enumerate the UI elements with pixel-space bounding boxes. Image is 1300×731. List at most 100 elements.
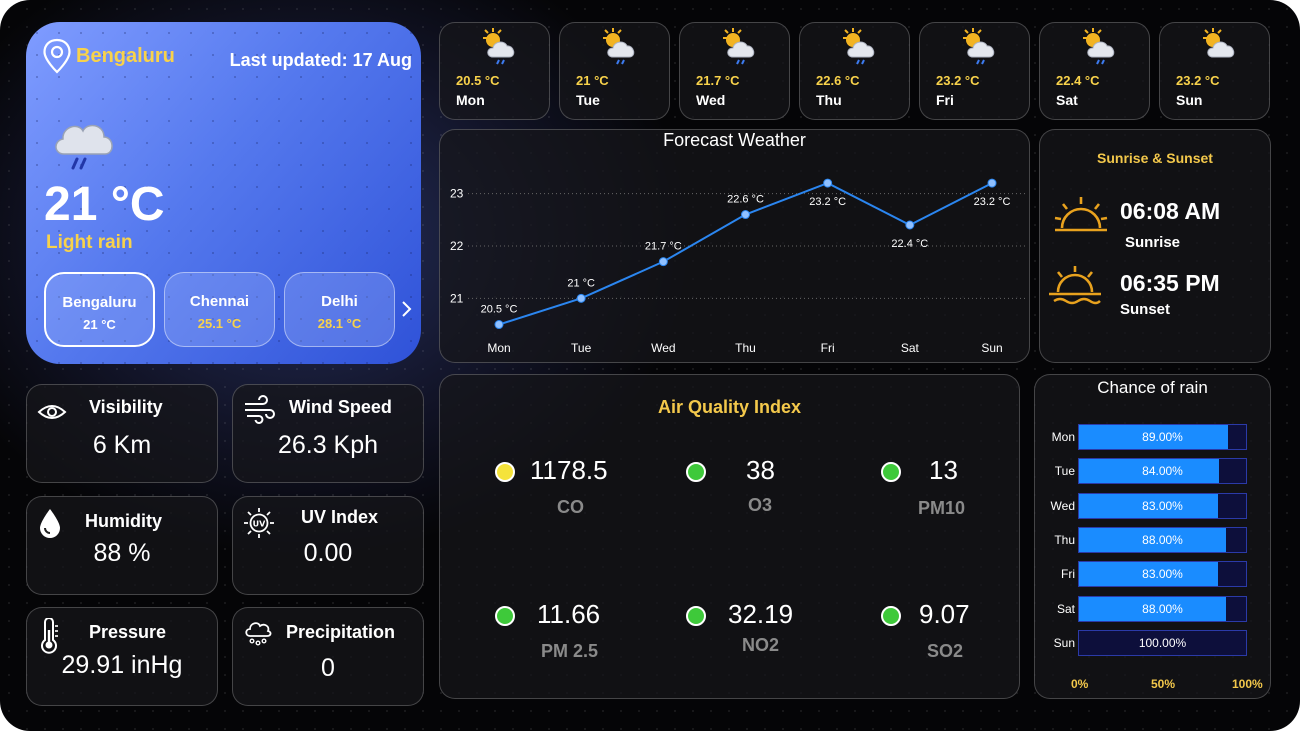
- sunrise-label: Sunrise: [1125, 234, 1181, 251]
- rain-value-label: 84.00%: [1142, 464, 1183, 479]
- forecast-point: [741, 210, 750, 220]
- aqi-item-o3: 38 O3: [686, 455, 856, 525]
- aqi-name: PM10: [918, 498, 966, 518]
- daily-day: Mon: [456, 92, 485, 108]
- rain-bar-row: Thu 88.00%: [1035, 526, 1272, 553]
- rain-day-label: Tue: [1054, 464, 1075, 479]
- precipitation-label: Precipitation: [286, 622, 396, 642]
- uv-sun-icon: UV: [244, 508, 274, 538]
- partly-cloudy-rain-icon: [963, 28, 995, 65]
- status-dot: [881, 606, 901, 626]
- daily-day: Tue: [576, 92, 600, 108]
- pressure-card: Pressure 29.91 inHg: [26, 607, 218, 706]
- status-dot: [881, 462, 901, 482]
- sunset-label: Sunset: [1120, 301, 1171, 318]
- aqi-value: 11.66: [537, 599, 601, 629]
- forecast-data-label: 22.4 °C: [891, 238, 928, 250]
- partly-cloudy-rain-icon: [1083, 28, 1115, 65]
- aqi-name: NO2: [742, 635, 780, 655]
- city-chip-name: Bengaluru: [62, 294, 137, 311]
- city-chip-delhi[interactable]: Delhi 28.1 °C: [284, 272, 395, 347]
- sunrise-icon: [1054, 197, 1108, 232]
- pressure-value: 29.91 inHg: [61, 651, 183, 679]
- x-tick-label: Fri: [821, 341, 835, 355]
- forecast-data-label: 20.5 °C: [481, 304, 518, 316]
- precipitation-value: 0: [321, 654, 335, 682]
- rain-value-label: 88.00%: [1142, 532, 1183, 547]
- daily-temp: 23.2 °C: [936, 73, 980, 88]
- aqi-value: 1178.5: [530, 455, 608, 485]
- rain-bar-track: 83.00%: [1078, 561, 1247, 588]
- rain-title: Chance of rain: [1097, 378, 1208, 397]
- x-tick-label: Sat: [901, 341, 920, 355]
- wind-value: 26.3 Kph: [277, 431, 379, 459]
- daily-temp: 23.2 °C: [1176, 73, 1220, 88]
- wind-icon: [245, 395, 275, 424]
- sunset-time: 06:35 PM: [1120, 270, 1220, 296]
- chevron-right-icon[interactable]: [399, 299, 413, 319]
- daily-day: Thu: [816, 92, 842, 108]
- uv-value: 0.00: [303, 539, 353, 567]
- rain-bar-track: 88.00%: [1078, 526, 1247, 553]
- partly-cloudy-rain-icon: [483, 28, 515, 65]
- city-chip-temp: 28.1 °C: [317, 316, 362, 331]
- aqi-name: O3: [748, 495, 773, 515]
- aqi-value: 9.07: [919, 599, 970, 629]
- x-tick-label: Mon: [487, 341, 510, 355]
- city-chip-temp: 25.1 °C: [197, 316, 242, 331]
- rain-cloud-icon: [55, 124, 113, 170]
- aqi-item-so2: 9.07 SO2: [881, 599, 1051, 669]
- sunset-icon: [1049, 266, 1101, 305]
- humidity-value: 88 %: [93, 539, 151, 567]
- svg-text:UV: UV: [253, 520, 266, 529]
- forecast-point: [658, 257, 668, 267]
- partly-cloudy-icon: [1203, 28, 1235, 58]
- city-chip-chennai[interactable]: Chennai 25.1 °C: [164, 272, 275, 347]
- rain-axis-tick: 50%: [1151, 677, 1176, 691]
- x-tick-label: Sun: [981, 341, 1002, 355]
- forecast-data-label: 23.2 °C: [974, 196, 1011, 208]
- daily-day: Wed: [696, 92, 726, 108]
- aqi-value: 38: [746, 455, 775, 485]
- partly-cloudy-rain-icon: [723, 28, 755, 65]
- humidity-label: Humidity: [85, 511, 163, 531]
- rain-value-label: 88.00%: [1142, 601, 1183, 616]
- aqi-name: PM 2.5: [541, 641, 599, 661]
- current-temperature: 21 °C: [44, 178, 165, 231]
- rain-bar-row: Wed 83.00%: [1035, 492, 1272, 519]
- status-dot: [686, 606, 706, 626]
- rain-value-label: 83.00%: [1142, 567, 1183, 582]
- daily-card-tue: 21 °C Tue: [559, 22, 670, 120]
- city-chip-bengaluru[interactable]: Bengaluru 21 °C: [44, 272, 155, 347]
- current-city: Bengaluru: [76, 45, 175, 67]
- rain-bar-row: Sun 100.00%: [1035, 629, 1272, 656]
- daily-temp: 21 °C: [576, 73, 609, 88]
- x-tick-label: Thu: [735, 341, 756, 355]
- forecast-point: [987, 178, 997, 188]
- daily-temp: 22.4 °C: [1056, 73, 1100, 88]
- partly-cloudy-rain-icon: [603, 28, 635, 65]
- daily-card-sun: 23.2 °C Sun: [1159, 22, 1270, 120]
- aqi-title: Air Quality Index: [657, 397, 802, 417]
- eye-icon: [37, 405, 67, 419]
- uv-label: UV Index: [301, 507, 379, 527]
- daily-temp: 21.7 °C: [696, 73, 740, 88]
- rain-bar-track: 88.00%: [1078, 595, 1247, 622]
- aqi-value: 32.19: [728, 599, 794, 629]
- visibility-label: Visibility: [89, 397, 163, 417]
- y-tick-label: 23: [450, 187, 464, 201]
- rain-day-label: Thu: [1054, 532, 1075, 547]
- rain-value-label: 83.00%: [1142, 498, 1183, 513]
- rain-axis-tick: 0%: [1071, 677, 1089, 691]
- daily-card-wed: 21.7 °C Wed: [679, 22, 790, 120]
- daily-day: Sun: [1176, 92, 1203, 108]
- x-tick-label: Tue: [571, 341, 592, 355]
- daily-day: Fri: [936, 92, 954, 108]
- sun-title: Sunrise & Sunset: [1097, 150, 1213, 166]
- forecast-point: [576, 293, 586, 303]
- forecast-point: [494, 320, 504, 330]
- humidity-card: Humidity 88 %: [26, 496, 218, 595]
- rain-cloud-outline-icon: [245, 622, 272, 646]
- current-weather-card: Bengaluru Last updated: 17 Aug 21 °C Lig…: [26, 22, 421, 364]
- status-dot: [495, 462, 515, 482]
